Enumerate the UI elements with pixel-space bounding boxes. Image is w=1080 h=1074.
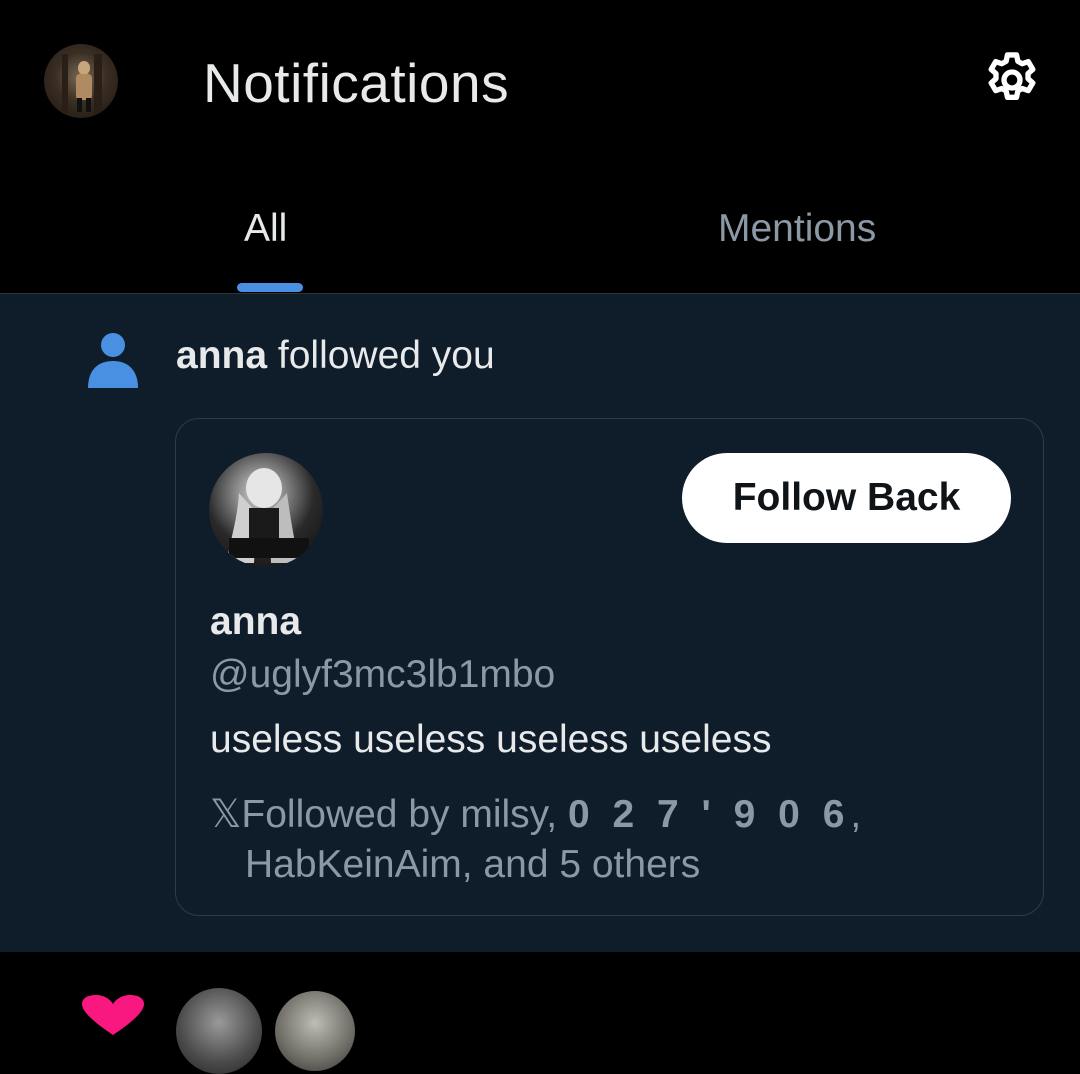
x-logo-icon: 𝕏 bbox=[210, 792, 242, 837]
top-app-bar: Notifications bbox=[0, 0, 1080, 165]
person-icon bbox=[88, 333, 138, 388]
notification-tabs: All Mentions bbox=[0, 165, 1080, 294]
profile-avatar[interactable] bbox=[44, 44, 118, 118]
liker-avatar[interactable] bbox=[272, 988, 358, 1074]
notification-text: anna followed you bbox=[176, 332, 495, 380]
active-tab-indicator bbox=[237, 283, 303, 292]
followed-by-line2: HabKeinAim, and 5 others bbox=[245, 843, 701, 886]
follow-back-button[interactable]: Follow Back bbox=[682, 453, 1011, 543]
liker-avatar[interactable] bbox=[176, 988, 262, 1074]
gear-icon[interactable] bbox=[980, 48, 1044, 112]
followed-by-bold-name[interactable]: 0 2 7 ' 9 0 6 bbox=[568, 793, 850, 836]
page-title: Notifications bbox=[203, 52, 510, 114]
user-handle[interactable]: @uglyf3mc3lb1mbo bbox=[210, 651, 555, 699]
user-photo-icon bbox=[227, 468, 309, 563]
user-display-name[interactable]: anna bbox=[210, 598, 301, 646]
tab-all[interactable]: All bbox=[244, 205, 287, 253]
followed-by-text: 𝕏Followed by milsy, 0 2 7 ' 9 0 6, HabKe… bbox=[210, 790, 1010, 890]
profile-photo-icon bbox=[62, 54, 102, 114]
user-bio: useless useless useless useless bbox=[210, 718, 772, 761]
followed-by-prefix: Followed by milsy, bbox=[241, 793, 558, 836]
next-notification[interactable] bbox=[0, 953, 1080, 1013]
notification-action: followed you bbox=[277, 334, 495, 377]
tab-mentions[interactable]: Mentions bbox=[718, 205, 876, 253]
followed-by-comma: , bbox=[850, 793, 862, 836]
user-avatar[interactable] bbox=[209, 453, 323, 567]
notification-actor[interactable]: anna bbox=[176, 334, 267, 377]
heart-icon bbox=[82, 995, 144, 1035]
